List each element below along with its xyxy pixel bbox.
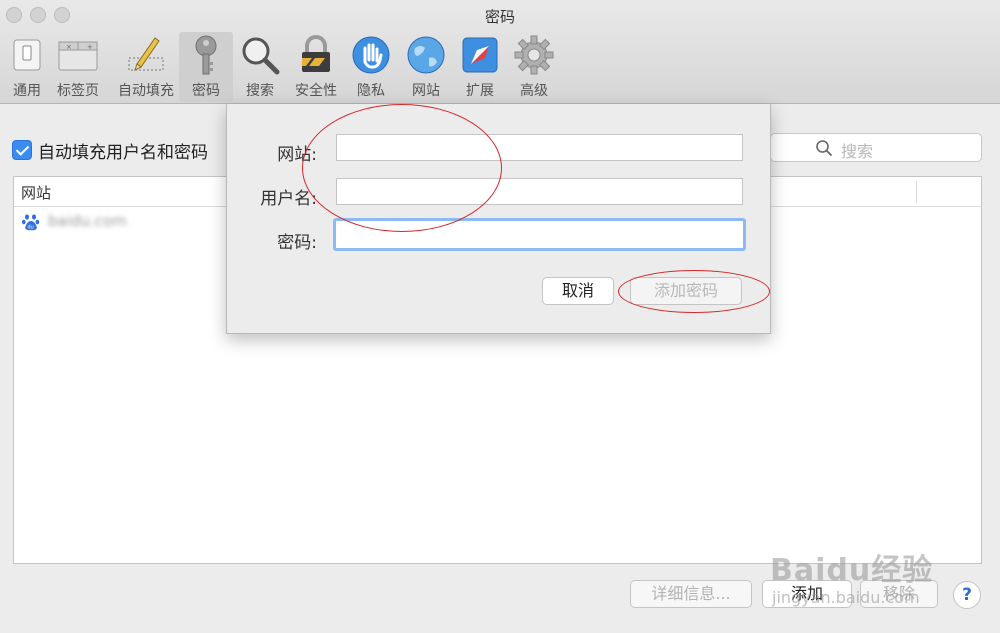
website-label: 网站: [277, 145, 317, 165]
baidu-watermark-url: jingyan.baidu.com [772, 588, 920, 607]
gear-icon [514, 35, 554, 75]
tab-advanced[interactable]: 高级 [507, 32, 561, 102]
tab-autofill-label: 自动填充 [118, 83, 174, 99]
tab-advanced-label: 高级 [520, 83, 548, 99]
website-field[interactable] [336, 134, 743, 161]
password-label: 密码: [277, 233, 317, 253]
svg-text:×: × [66, 43, 72, 51]
add-password-button[interactable]: 添加密码 [630, 277, 742, 305]
autofill-checkbox[interactable] [12, 140, 32, 160]
autofill-checkbox-row[interactable]: 自动填充用户名和密码 [12, 138, 208, 163]
key-icon [195, 35, 217, 75]
tab-tabs[interactable]: × + 标签页 [51, 32, 105, 102]
tab-passwords[interactable]: 密码 [179, 32, 233, 102]
tab-autofill[interactable]: 自动填充 [116, 32, 176, 102]
row-site-name: baidu.com [48, 212, 127, 230]
column-header-website[interactable]: 网站 [21, 182, 51, 203]
padlock-icon [302, 35, 330, 72]
tab-extensions[interactable]: 扩展 [453, 32, 507, 102]
switch-icon [13, 39, 41, 71]
cancel-button[interactable]: 取消 [542, 277, 614, 305]
tab-security-label: 安全性 [295, 83, 337, 99]
baidu-paw-icon: du [22, 214, 40, 231]
tab-search-label: 搜索 [246, 83, 274, 99]
password-field[interactable] [333, 218, 746, 251]
pencil-form-icon [128, 37, 164, 71]
tab-extensions-label: 扩展 [466, 83, 494, 99]
search-icon [816, 140, 832, 156]
search-input[interactable]: 搜索 [770, 133, 982, 162]
svg-text:+: + [87, 43, 93, 51]
magnifier-icon [242, 37, 280, 75]
details-button[interactable]: 详细信息... [630, 580, 752, 608]
svg-text:du: du [28, 225, 34, 231]
tab-websites[interactable]: 网站 [399, 32, 453, 102]
tab-security[interactable]: 安全性 [289, 32, 343, 102]
globe-icon [407, 36, 445, 74]
tab-search[interactable]: 搜索 [233, 32, 287, 102]
tab-websites-label: 网站 [412, 83, 440, 99]
tab-tabs-label: 标签页 [57, 83, 99, 99]
autofill-checkbox-label: 自动填充用户名和密码 [38, 142, 208, 163]
username-label: 用户名: [260, 189, 317, 209]
window-titlebar: 密码 通用 × + 标签页 自动填充 密码 搜索 安全性 隐私 网站 扩展 高级 [0, 0, 1000, 104]
column-divider[interactable] [916, 181, 917, 203]
tab-privacy[interactable]: 隐私 [344, 32, 398, 102]
baidu-watermark: Baidu经验 [770, 553, 934, 588]
tabs-icon: × + [58, 41, 98, 71]
tab-general-label: 通用 [13, 83, 41, 99]
add-password-dialog: 网站: 用户名: 密码: 取消 添加密码 [226, 104, 771, 334]
tab-general[interactable]: 通用 [0, 32, 54, 102]
window-title: 密码 [484, 8, 515, 26]
tab-privacy-label: 隐私 [357, 83, 385, 99]
username-field[interactable] [336, 178, 743, 205]
puzzle-icon [462, 37, 498, 73]
hand-icon [352, 36, 390, 74]
tab-passwords-label: 密码 [192, 83, 220, 99]
help-button[interactable]: ? [953, 581, 981, 609]
search-placeholder: 搜索 [841, 142, 874, 161]
